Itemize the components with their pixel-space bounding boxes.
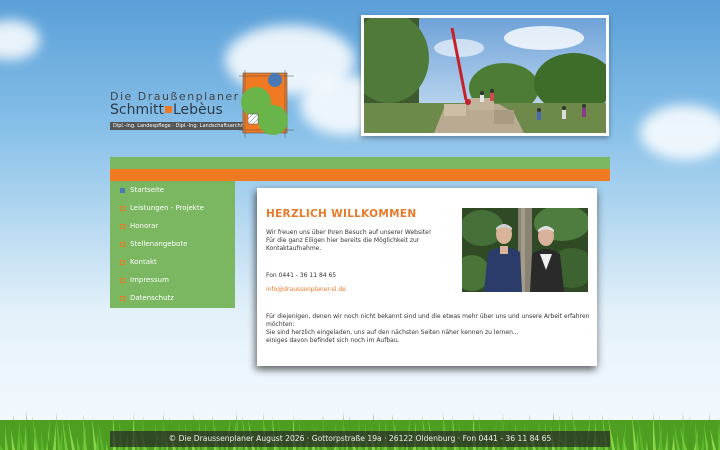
phone-number: Fon 0441 - 36 11 84 65 <box>266 272 337 279</box>
nav-item-startseite[interactable]: Startseite <box>120 186 164 194</box>
intro-line: Kontaktaufnahme. <box>266 245 322 252</box>
header-photo <box>361 15 609 136</box>
logo-square-icon <box>164 106 172 113</box>
sidebar-nav: Startseite Leistungen - Projekte Honorar… <box>110 181 235 308</box>
nav-item-leistungen-projekte[interactable]: Leistungen - Projekte <box>120 204 204 212</box>
site-logo[interactable]: Die Draußenplaner Schmitt Lebèus Dipl.-In… <box>108 70 294 140</box>
footer-text: © Die Draussenplaner August 2026 · Gotto… <box>110 431 610 447</box>
nav-item-impressum[interactable]: Impressum <box>120 276 169 284</box>
header-bar-orange <box>110 169 610 181</box>
intro-line: Wir freuen uns über Ihren Besuch auf uns… <box>266 229 432 236</box>
email-link[interactable]: info@draussenplaner-sl.de <box>266 286 346 293</box>
nav-item-label: Leistungen - Projekte <box>130 204 204 212</box>
playground-photo <box>364 18 606 133</box>
nav-bullet-icon <box>120 187 125 193</box>
body-line: Sie sind herzlich eingeladen, uns auf de… <box>266 329 519 336</box>
nav-item-kontakt[interactable]: Kontakt <box>120 258 157 266</box>
nav-bullet-icon <box>120 241 125 247</box>
nav-item-label: Datenschutz <box>130 294 174 302</box>
nav-item-datenschutz[interactable]: Datenschutz <box>120 294 174 302</box>
nav-bullet-icon <box>120 259 125 265</box>
logo-name-right: Lebèus <box>172 102 223 118</box>
nav-bullet-icon <box>120 205 125 211</box>
team-photo <box>462 208 588 292</box>
nav-bullet-icon <box>120 277 125 283</box>
nav-bullet-icon <box>120 223 125 229</box>
body-line: Für diejenigen, denen wir noch nicht bek… <box>266 313 590 320</box>
logo-tagline: Dipl.-Ing. Landespflege · Dipl.-Ing. Lan… <box>110 122 255 130</box>
logo-name: Schmitt Lebèus <box>110 102 223 118</box>
header-bar-green <box>110 157 610 169</box>
nav-item-label: Impressum <box>130 276 169 284</box>
cloud <box>0 20 40 60</box>
body-line: einiges davon befindet sich noch im Aufb… <box>266 337 400 344</box>
cloud <box>640 105 720 160</box>
logo-mark-icon <box>239 70 294 138</box>
nav-item-stellenangebote[interactable]: Stellenangebote <box>120 240 187 248</box>
nav-item-honorar[interactable]: Honorar <box>120 222 158 230</box>
nav-bullet-icon <box>120 295 125 301</box>
content-panel: HERZLICH WILLKOMMEN Wir freuen uns über … <box>257 188 597 366</box>
nav-item-label: Kontakt <box>130 258 157 266</box>
intro-line: Für die ganz Eiligen hier bereits die Mö… <box>266 237 420 244</box>
nav-item-label: Honorar <box>130 222 159 230</box>
logo-name-left: Schmitt <box>110 102 164 118</box>
page-title: HERZLICH WILLKOMMEN <box>266 208 417 220</box>
nav-item-label: Stellenangebote <box>130 240 188 248</box>
body-line: möchten: <box>266 321 295 328</box>
nav-item-label: Startseite <box>130 186 165 194</box>
